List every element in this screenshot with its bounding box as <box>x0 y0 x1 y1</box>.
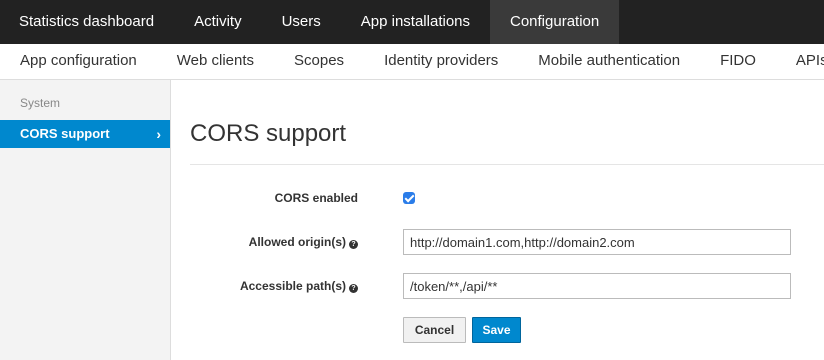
cors-enabled-checkbox[interactable] <box>403 192 415 204</box>
tab-configuration[interactable]: Configuration <box>490 0 620 44</box>
cancel-button[interactable]: Cancel <box>403 317 466 343</box>
question-circle-icon[interactable]: ? <box>349 240 358 249</box>
tab-statistics-dashboard[interactable]: Statistics dashboard <box>0 0 174 44</box>
tab-app-installations[interactable]: App installations <box>341 0 490 44</box>
question-circle-icon[interactable]: ? <box>349 284 358 293</box>
sidebar-item-cors-support[interactable]: CORS support › <box>0 120 170 148</box>
sidebar: System CORS support › <box>0 80 171 360</box>
tab-activity[interactable]: Activity <box>174 0 262 44</box>
subnav-item-fido[interactable]: FIDO <box>700 44 776 78</box>
subnav-item-identity-providers[interactable]: Identity providers <box>364 44 518 78</box>
accessible-paths-label-text: Accessible path(s) <box>239 279 346 293</box>
accessible-paths-label: Accessible path(s)? <box>172 279 358 293</box>
chevron-right-icon: › <box>156 126 161 142</box>
accessible-paths-input[interactable] <box>403 273 791 299</box>
sub-navigation: App configuration Web clients Scopes Ide… <box>0 44 824 80</box>
sidebar-item-label: CORS support <box>20 126 110 141</box>
page-title: CORS support <box>190 120 347 147</box>
cors-enabled-label-text: CORS enabled <box>274 191 358 205</box>
main-content: CORS support CORS enabled Allowed origin… <box>172 80 824 360</box>
subnav-item-mobile-authentication[interactable]: Mobile authentication <box>518 44 700 78</box>
subnav-item-web-clients[interactable]: Web clients <box>157 44 274 78</box>
subnav-item-app-configuration[interactable]: App configuration <box>0 44 157 78</box>
save-button[interactable]: Save <box>472 317 521 343</box>
allowed-origins-input[interactable] <box>403 229 791 255</box>
top-navigation: Statistics dashboard Activity Users App … <box>0 0 824 44</box>
cors-enabled-label: CORS enabled <box>172 191 358 205</box>
subnav-item-scopes[interactable]: Scopes <box>274 44 364 78</box>
title-divider <box>190 164 824 165</box>
subnav-item-apis[interactable]: APIs <box>776 44 824 78</box>
allowed-origins-label: Allowed origin(s)? <box>172 235 358 249</box>
tab-users[interactable]: Users <box>262 0 341 44</box>
top-navigation-filler <box>619 0 824 44</box>
sidebar-section-label: System <box>20 96 61 110</box>
allowed-origins-label-text: Allowed origin(s) <box>248 235 346 249</box>
